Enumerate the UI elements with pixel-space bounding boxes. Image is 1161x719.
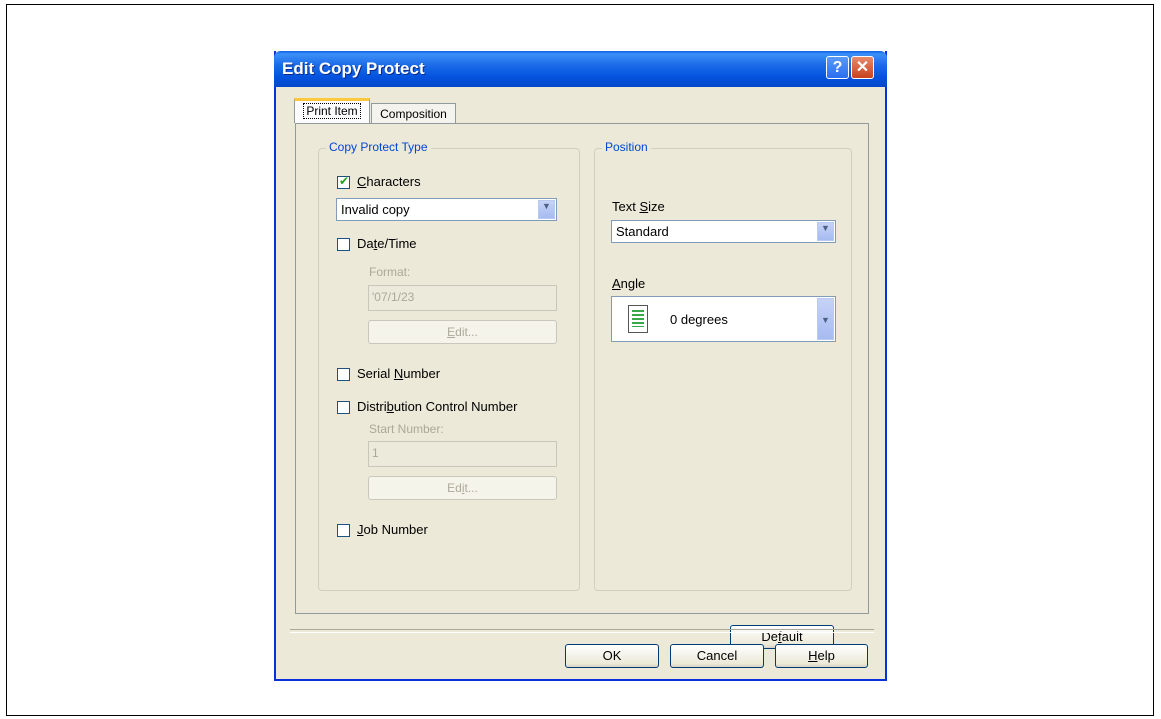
date-time-label: Date/Time: [357, 236, 417, 251]
help-button-label: Help: [808, 648, 835, 663]
start-number-label: Start Number:: [369, 422, 444, 436]
tab-label: Composition: [380, 107, 447, 121]
angle-label: Angle: [612, 276, 646, 291]
close-title-button[interactable]: ✕: [851, 56, 874, 79]
chevron-down-icon[interactable]: ▼: [817, 222, 834, 241]
cancel-button[interactable]: Cancel: [670, 644, 764, 668]
text-size-select[interactable]: Standard ▼: [611, 220, 836, 243]
footer-divider: [290, 629, 874, 633]
characters-checkbox[interactable]: [337, 174, 350, 189]
distribution-label: Distribution Control Number: [357, 399, 518, 414]
tab-label: Print Item: [303, 103, 361, 119]
ok-button-label: OK: [602, 648, 622, 663]
date-time-checkbox[interactable]: [337, 238, 350, 251]
help-button[interactable]: Help: [775, 644, 868, 668]
close-icon: ✕: [855, 59, 870, 76]
copy-protect-type-group: Copy Protect Type Characters Invalid cop…: [318, 140, 580, 591]
text-size-value: Standard: [616, 224, 669, 239]
question-icon: ?: [832, 59, 843, 76]
cancel-button-label: Cancel: [696, 648, 738, 663]
start-number-field[interactable]: 1: [368, 441, 557, 467]
date-edit-label: Edit...: [447, 325, 478, 339]
tab-print-item[interactable]: Print Item: [294, 98, 370, 123]
chevron-down-icon[interactable]: ▼: [817, 298, 834, 340]
format-field[interactable]: '07/1/23: [368, 285, 557, 311]
angle-value: 0 degrees: [670, 312, 728, 327]
group-legend: Position: [602, 140, 651, 154]
start-number-value: 1: [372, 446, 379, 460]
distribution-edit-button[interactable]: Edit...: [368, 476, 557, 500]
characters-label: Characters: [357, 174, 421, 189]
edit-copy-protect-dialog: Edit Copy Protect ? ✕ Print Item Composi…: [274, 51, 887, 681]
job-number-checkbox[interactable]: [337, 524, 350, 537]
print-item-panel: Copy Protect Type Characters Invalid cop…: [295, 123, 869, 649]
serial-number-label: Serial Number: [357, 366, 441, 381]
angle-select[interactable]: 0 degrees ▼: [611, 296, 836, 342]
group-legend: Copy Protect Type: [326, 140, 431, 154]
ok-button[interactable]: OK: [565, 644, 659, 668]
format-value: '07/1/23: [372, 290, 415, 304]
job-number-label: Job Number: [357, 522, 428, 537]
page-orientation-icon: [628, 305, 648, 333]
serial-number-checkbox[interactable]: [337, 368, 350, 381]
help-title-button[interactable]: ?: [826, 56, 849, 79]
chevron-down-icon[interactable]: ▼: [538, 200, 555, 219]
characters-select[interactable]: Invalid copy ▼: [336, 198, 557, 221]
format-label: Format:: [369, 265, 411, 279]
distribution-edit-label: Edit...: [447, 481, 478, 495]
title-bar[interactable]: Edit Copy Protect ? ✕: [274, 51, 887, 87]
tab-composition[interactable]: Composition: [371, 103, 456, 125]
text-size-label: Text Size: [612, 199, 665, 214]
characters-select-value: Invalid copy: [341, 202, 410, 217]
position-group: Position Text Size Standard ▼ Angle 0 de…: [594, 140, 852, 591]
dialog-title: Edit Copy Protect: [282, 59, 425, 78]
date-edit-button[interactable]: Edit...: [368, 320, 557, 344]
distribution-checkbox[interactable]: [337, 401, 350, 414]
